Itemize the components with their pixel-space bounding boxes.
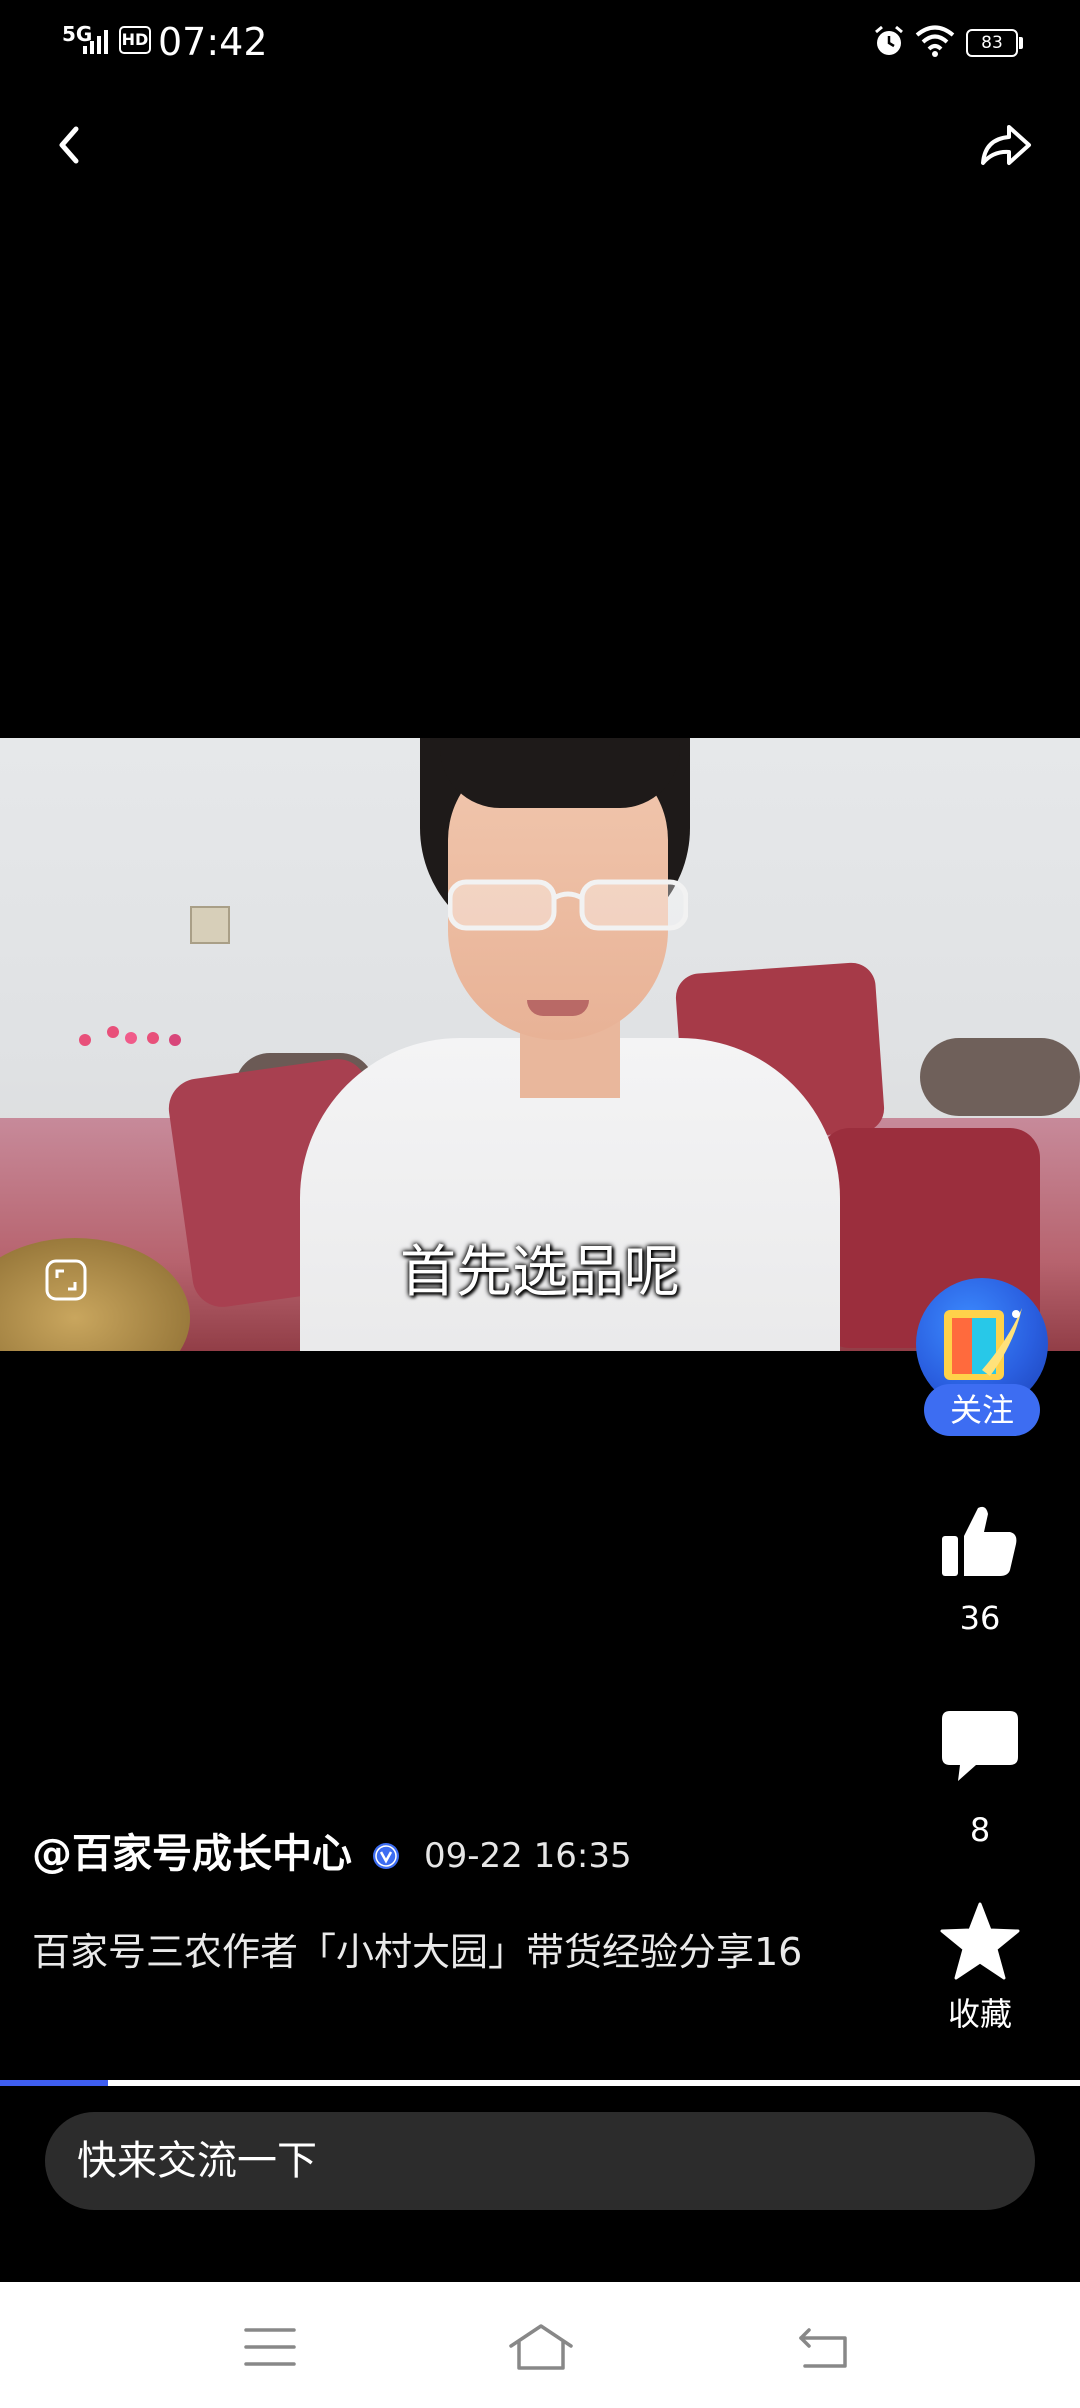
- video-wall-switch: [190, 906, 230, 944]
- like-count: 36: [959, 1599, 1001, 1637]
- follow-button[interactable]: 关注: [924, 1384, 1040, 1436]
- signal-icon: [83, 30, 108, 54]
- video-wall-stickers: [79, 1026, 181, 1046]
- battery-tip: [1019, 37, 1023, 49]
- home-icon[interactable]: [505, 2320, 577, 2374]
- system-nav-bar: [0, 2282, 1080, 2408]
- battery-level: 83: [966, 29, 1018, 57]
- share-button[interactable]: [975, 115, 1035, 175]
- progress-fill: [0, 2080, 108, 2086]
- favorite-label[interactable]: 收藏: [900, 1993, 1060, 2035]
- clock: 07:42: [158, 20, 268, 64]
- author-name[interactable]: @百家号成长中心: [32, 1828, 352, 1880]
- menu-icon[interactable]: [242, 2324, 298, 2370]
- alarm-icon: [875, 25, 903, 55]
- wifi-icon: [915, 25, 955, 57]
- verified-badge-icon: [373, 1843, 399, 1869]
- video-subtitle: 首先选品呢: [400, 1240, 680, 1305]
- video-person-hair-top: [440, 738, 680, 808]
- post-time: 09-22 16:35: [424, 1836, 632, 1876]
- video-person-mouth: [527, 1000, 589, 1016]
- star-icon[interactable]: [938, 1900, 1022, 1984]
- speech-bubble-icon[interactable]: [938, 1705, 1022, 1789]
- back-nav-icon[interactable]: [795, 2322, 851, 2372]
- video-title: 百家号三农作者「小村大园」带货经验分享16: [32, 1930, 803, 1974]
- video-person-glasses: [448, 879, 688, 931]
- avatar-logo-icon: [944, 1308, 1022, 1380]
- hd-badge: HD: [119, 26, 151, 54]
- back-button[interactable]: [40, 115, 100, 175]
- progress-track[interactable]: [0, 2080, 1080, 2086]
- fullscreen-icon[interactable]: [44, 1258, 88, 1302]
- thumbs-up-icon[interactable]: [940, 1500, 1020, 1580]
- comment-count: 8: [969, 1811, 991, 1849]
- video-bolster-right: [920, 1038, 1080, 1116]
- status-bar: 5G HD 07:42 83: [0, 0, 1080, 90]
- comment-placeholder: 快来交流一下: [77, 2138, 317, 2184]
- video-player[interactable]: 首先选品呢: [0, 738, 1080, 1351]
- comment-input[interactable]: 快来交流一下: [45, 2112, 1035, 2210]
